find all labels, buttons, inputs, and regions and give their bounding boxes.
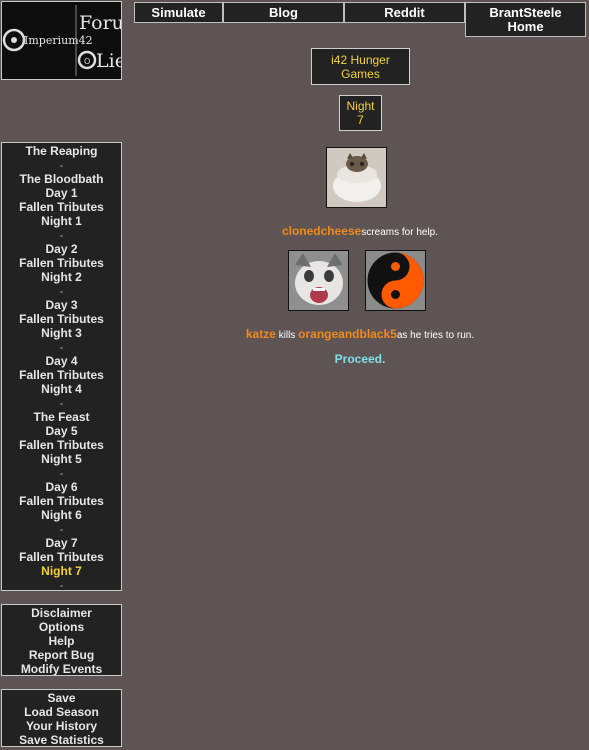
phase-separator: - xyxy=(59,396,64,410)
site-logo[interactable]: Imperium42 Forum O Lies xyxy=(1,1,122,80)
event-text: as he tries to run. xyxy=(396,330,475,341)
nav-simulate[interactable]: Simulate xyxy=(134,2,223,23)
sidebar-phase-link[interactable]: Fallen Tributes xyxy=(2,494,121,508)
sidebar-phase-link[interactable]: Day 6 xyxy=(2,480,121,494)
sidebar-phase-link[interactable]: The Reaping xyxy=(2,144,121,158)
tribute-avatar-orangeandblack5 xyxy=(365,250,426,311)
sidebar-menu-item[interactable]: Your History xyxy=(2,719,121,733)
tribute-name: katze xyxy=(245,327,276,341)
phase-separator: - xyxy=(59,340,64,354)
nav-blog[interactable]: Blog xyxy=(223,2,344,23)
game-title: i42 Hunger Games xyxy=(331,52,390,81)
tribute-name: orangeandblack5 xyxy=(298,327,397,341)
event-line-2: katze kills orangeandblack5as he tries t… xyxy=(134,327,586,341)
event-text: kills xyxy=(278,330,296,341)
tribute-avatar-katze xyxy=(288,250,349,311)
sidebar-phase-link[interactable]: Fallen Tributes xyxy=(2,200,121,214)
phase-title: Night 7 xyxy=(346,99,375,127)
phase-separator: - xyxy=(59,228,64,242)
sidebar-phase-link[interactable]: Night 3 xyxy=(2,326,121,340)
sidebar-phase-link[interactable]: Day 1 xyxy=(2,186,121,200)
event-line-1: clonedcheesescreams for help. xyxy=(134,224,586,238)
nav-home-line2: Home xyxy=(507,18,544,34)
sidebar-phase-link[interactable]: Night 5 xyxy=(2,452,121,466)
sidebar-phase-link[interactable]: The Feast xyxy=(2,410,121,424)
sidebar-phase-link[interactable]: Fallen Tributes xyxy=(2,550,121,564)
phase-separator: - xyxy=(59,578,64,592)
sidebar-data-menu: Save Load Season Your History Save Statisti… xyxy=(1,689,122,747)
sidebar-menu-item[interactable]: Save Statistics xyxy=(2,733,121,747)
sidebar-phase-list: The Reaping - The Bloodbath Day 1 Fallen Tri… xyxy=(1,142,122,592)
sidebar-menu-item[interactable]: Load Season xyxy=(2,705,121,719)
sidebar-phase-link[interactable]: Fallen Tributes xyxy=(2,438,121,452)
logo-lies-text: Lies xyxy=(96,50,121,72)
logo-forum-text: Forum xyxy=(79,12,121,34)
sidebar-phase-link[interactable]: Night 2 xyxy=(2,270,121,284)
logo-ring-letter: O xyxy=(84,57,90,66)
sidebar-phase-link[interactable]: Fallen Tributes xyxy=(2,256,121,270)
sidebar-phase-link[interactable]: Day 7 xyxy=(2,536,121,550)
sidebar-phase-link[interactable]: Day 5 xyxy=(2,424,121,438)
sidebar-options-menu: Disclaimer Options Help Report Bug Modify Ev… xyxy=(1,604,122,676)
game-title-badge: i42 Hunger Games xyxy=(311,48,410,85)
event-text: screams for help. xyxy=(361,227,439,238)
sidebar-phase-link[interactable]: Day 3 xyxy=(2,298,121,312)
phase-separator: - xyxy=(59,522,64,536)
phase-separator: - xyxy=(59,284,64,298)
sidebar-menu-item[interactable]: Report Bug xyxy=(2,648,121,662)
sidebar-phase-link[interactable]: Fallen Tributes xyxy=(2,368,121,382)
sidebar-phase-link[interactable]: Fallen Tributes xyxy=(2,312,121,326)
phase-separator: - xyxy=(59,158,64,172)
nav-reddit[interactable]: Reddit xyxy=(344,2,465,23)
phase-title-badge: Night 7 xyxy=(339,95,382,131)
sidebar-phase-link[interactable]: Day 2 xyxy=(2,242,121,256)
sidebar-phase-link[interactable]: Day 4 xyxy=(2,354,121,368)
proceed-link[interactable]: Proceed. xyxy=(134,352,586,366)
nav-brantsteele-home[interactable]: BrantSteele Home xyxy=(465,2,586,37)
sidebar-phase-link[interactable]: Night 4 xyxy=(2,382,121,396)
sidebar-menu-item[interactable]: Disclaimer xyxy=(2,606,121,620)
nav-home-line1: BrantSteele xyxy=(489,4,562,20)
sidebar-phase-link[interactable]: Night 7 xyxy=(2,564,121,578)
sidebar-phase-link[interactable]: The Bloodbath xyxy=(2,172,121,186)
sidebar-menu-item[interactable]: Modify Events xyxy=(2,662,121,676)
phase-separator: - xyxy=(59,466,64,480)
tribute-name: clonedcheese xyxy=(281,224,362,238)
sidebar-menu-item[interactable]: Options xyxy=(2,620,121,634)
sidebar-menu-item[interactable]: Help xyxy=(2,634,121,648)
top-navigation: Simulate Blog Reddit BrantSteele Home xyxy=(134,2,586,37)
sidebar-phase-link[interactable]: Night 6 xyxy=(2,508,121,522)
sidebar-menu-item[interactable]: Save xyxy=(2,691,121,705)
logo-imperium-text: Imperium42 xyxy=(24,34,93,47)
sidebar-phase-link[interactable]: Night 1 xyxy=(2,214,121,228)
tribute-avatar-clonedcheese xyxy=(326,147,387,208)
